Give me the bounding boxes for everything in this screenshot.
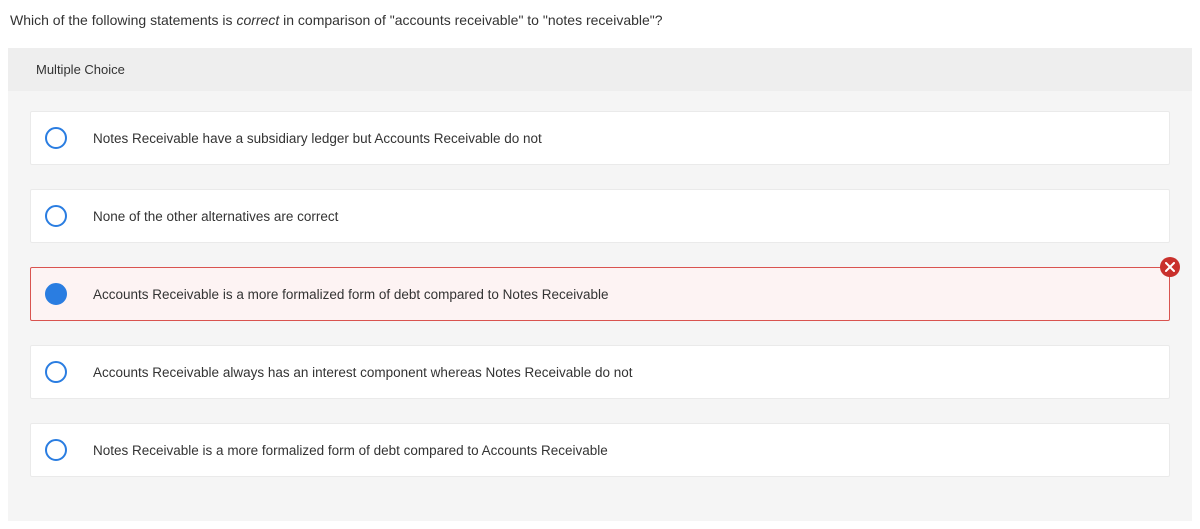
radio-button[interactable] [45, 439, 67, 461]
option-row: Notes Receivable is a more formalized fo… [30, 423, 1170, 477]
option-row: Notes Receivable have a subsidiary ledge… [30, 111, 1170, 165]
option-card-selected-wrong[interactable]: Accounts Receivable is a more formalized… [30, 267, 1170, 321]
option-card[interactable]: Notes Receivable have a subsidiary ledge… [30, 111, 1170, 165]
question-prefix: Which of the following statements is [10, 12, 236, 28]
radio-button[interactable] [45, 205, 67, 227]
option-row: Accounts Receivable is a more formalized… [30, 267, 1170, 321]
radio-button[interactable] [45, 361, 67, 383]
radio-button-selected[interactable] [45, 283, 67, 305]
multiple-choice-panel: Multiple Choice Notes Receivable have a … [8, 48, 1192, 521]
option-text: None of the other alternatives are corre… [93, 209, 338, 224]
option-text: Notes Receivable is a more formalized fo… [93, 443, 608, 458]
option-text: Accounts Receivable is a more formalized… [93, 287, 609, 302]
question-suffix: in comparison of "accounts receivable" t… [279, 12, 662, 28]
question-text: Which of the following statements is cor… [0, 0, 1200, 48]
option-card[interactable]: None of the other alternatives are corre… [30, 189, 1170, 243]
option-card[interactable]: Notes Receivable is a more formalized fo… [30, 423, 1170, 477]
option-card[interactable]: Accounts Receivable always has an intere… [30, 345, 1170, 399]
wrong-icon [1160, 257, 1180, 277]
options-list: Notes Receivable have a subsidiary ledge… [8, 91, 1192, 477]
radio-button[interactable] [45, 127, 67, 149]
option-text: Notes Receivable have a subsidiary ledge… [93, 131, 542, 146]
option-row: None of the other alternatives are corre… [30, 189, 1170, 243]
panel-label: Multiple Choice [8, 48, 1192, 91]
question-italic: correct [236, 12, 279, 28]
option-text: Accounts Receivable always has an intere… [93, 365, 633, 380]
option-row: Accounts Receivable always has an intere… [30, 345, 1170, 399]
